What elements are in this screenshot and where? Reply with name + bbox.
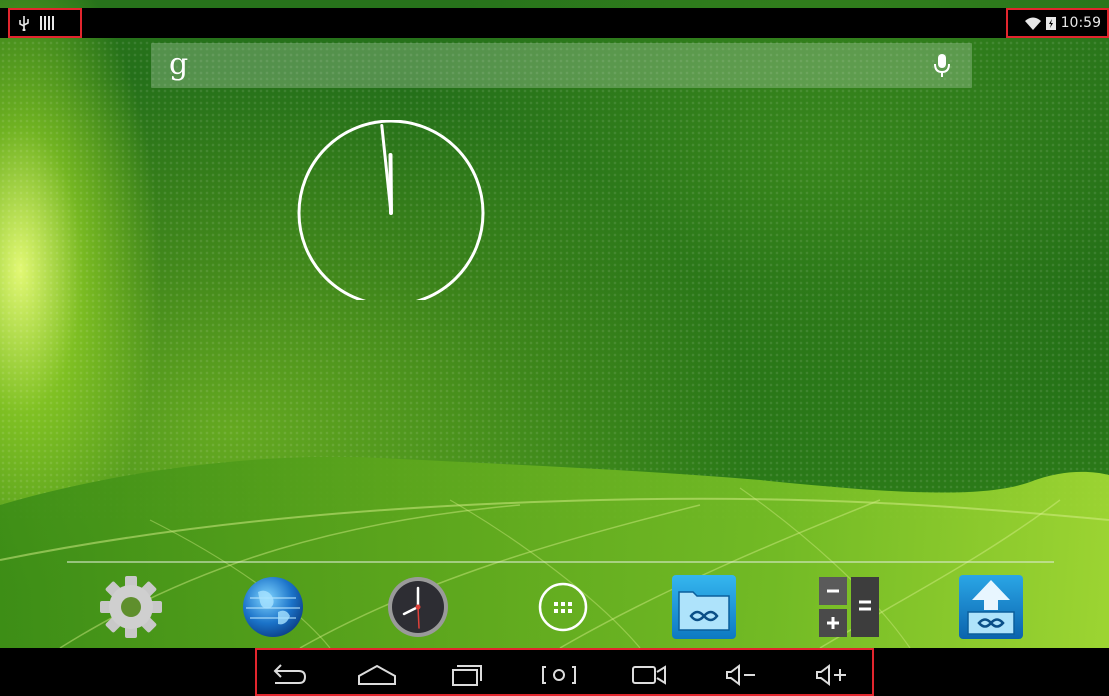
screenshot-button[interactable] xyxy=(537,658,581,690)
recent-apps-icon xyxy=(452,665,482,686)
clock-app-icon[interactable] xyxy=(385,574,451,640)
home-icon xyxy=(358,664,396,685)
usb-icon xyxy=(19,16,29,31)
upload-app-icon[interactable] xyxy=(958,574,1024,640)
back-button[interactable] xyxy=(265,658,309,690)
app-drawer-icon[interactable] xyxy=(530,574,596,640)
volume-down-icon xyxy=(726,664,755,686)
screen-record-icon xyxy=(632,665,666,685)
wifi-icon xyxy=(1024,17,1041,30)
screenshot-icon xyxy=(542,666,576,684)
signal-bars-icon xyxy=(40,16,54,30)
back-icon xyxy=(273,664,307,684)
google-search-bar[interactable]: g xyxy=(151,43,972,88)
microphone-icon[interactable] xyxy=(932,53,952,79)
status-notification-icons xyxy=(8,8,82,38)
analog-clock-widget[interactable] xyxy=(295,120,487,300)
volume-up-icon xyxy=(816,664,846,686)
status-system-icons: 10:59 xyxy=(1006,8,1109,38)
calculator-icon[interactable] xyxy=(816,574,882,640)
navigation-bar xyxy=(0,648,1109,696)
browser-globe-icon[interactable] xyxy=(240,574,306,640)
settings-gear-icon[interactable] xyxy=(98,574,164,640)
status-bar: 10:59 xyxy=(0,8,1109,38)
battery-charging-icon xyxy=(1045,17,1056,30)
status-clock: 10:59 xyxy=(1060,15,1101,31)
volume-up-button[interactable] xyxy=(809,658,853,690)
file-manager-icon[interactable] xyxy=(671,574,737,640)
navigation-buttons xyxy=(255,648,874,696)
recent-apps-button[interactable] xyxy=(445,658,489,690)
volume-down-button[interactable] xyxy=(719,658,763,690)
screen-record-button[interactable] xyxy=(627,658,671,690)
google-g-icon[interactable]: g xyxy=(169,45,188,85)
dock-divider xyxy=(67,561,1054,563)
home-button[interactable] xyxy=(355,658,399,690)
